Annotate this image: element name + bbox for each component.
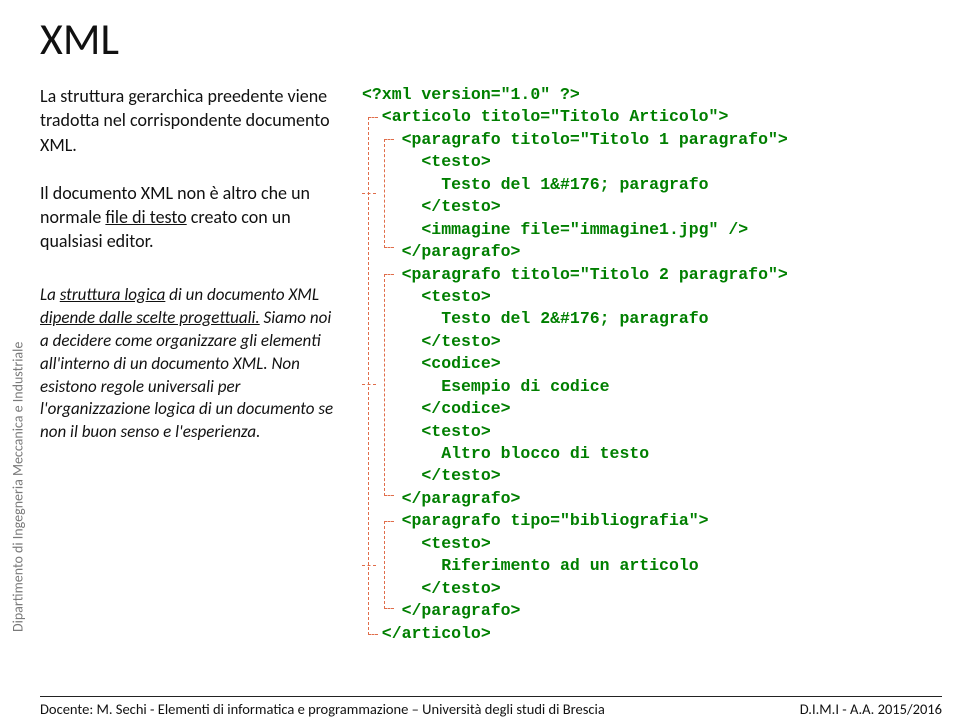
paragraph-3: La struttura logica di un documento XML … — [40, 284, 340, 445]
content-columns: La struttura gerarchica preedente viene … — [40, 84, 942, 645]
page-title: XML — [40, 12, 942, 66]
paragraph-2: Il documento XML non è altro che un norm… — [40, 181, 340, 254]
bracket-paragrafo-1 — [384, 139, 394, 248]
slide-body: XML La struttura gerarchica preedente vi… — [40, 12, 942, 684]
left-text-column: La struttura gerarchica preedente viene … — [40, 84, 340, 645]
footer: Docente: M. Sechi - Elementi di informat… — [40, 696, 942, 718]
underline-dipende-scelte: dipende dalle scelte progettuali. — [40, 307, 260, 328]
underline-file-di-testo: file di testo — [105, 206, 186, 228]
paragraph-1: La struttura gerarchica preedente viene … — [40, 84, 340, 157]
tick-paragrafo-2 — [362, 384, 376, 385]
bracket-paragrafo-2 — [384, 274, 394, 496]
code-column: <?xml version="1.0" ?> <articolo titolo=… — [362, 84, 942, 645]
underline-struttura-logica: struttura logica — [60, 284, 166, 305]
footer-left: Docente: M. Sechi - Elementi di informat… — [40, 700, 605, 718]
tick-paragrafo-3 — [362, 565, 376, 566]
footer-right: D.I.M.I - A.A. 2015/2016 — [800, 700, 942, 718]
xml-code-block: <?xml version="1.0" ?> <articolo titolo=… — [362, 84, 942, 645]
department-label: Dipartimento di Ingegneria Meccanica e I… — [10, 342, 27, 632]
bracket-paragrafo-3 — [384, 521, 394, 609]
tick-paragrafo-1 — [362, 193, 376, 194]
bracket-articolo — [368, 117, 378, 635]
department-sidebar: Dipartimento di Ingegneria Meccanica e I… — [0, 334, 36, 669]
